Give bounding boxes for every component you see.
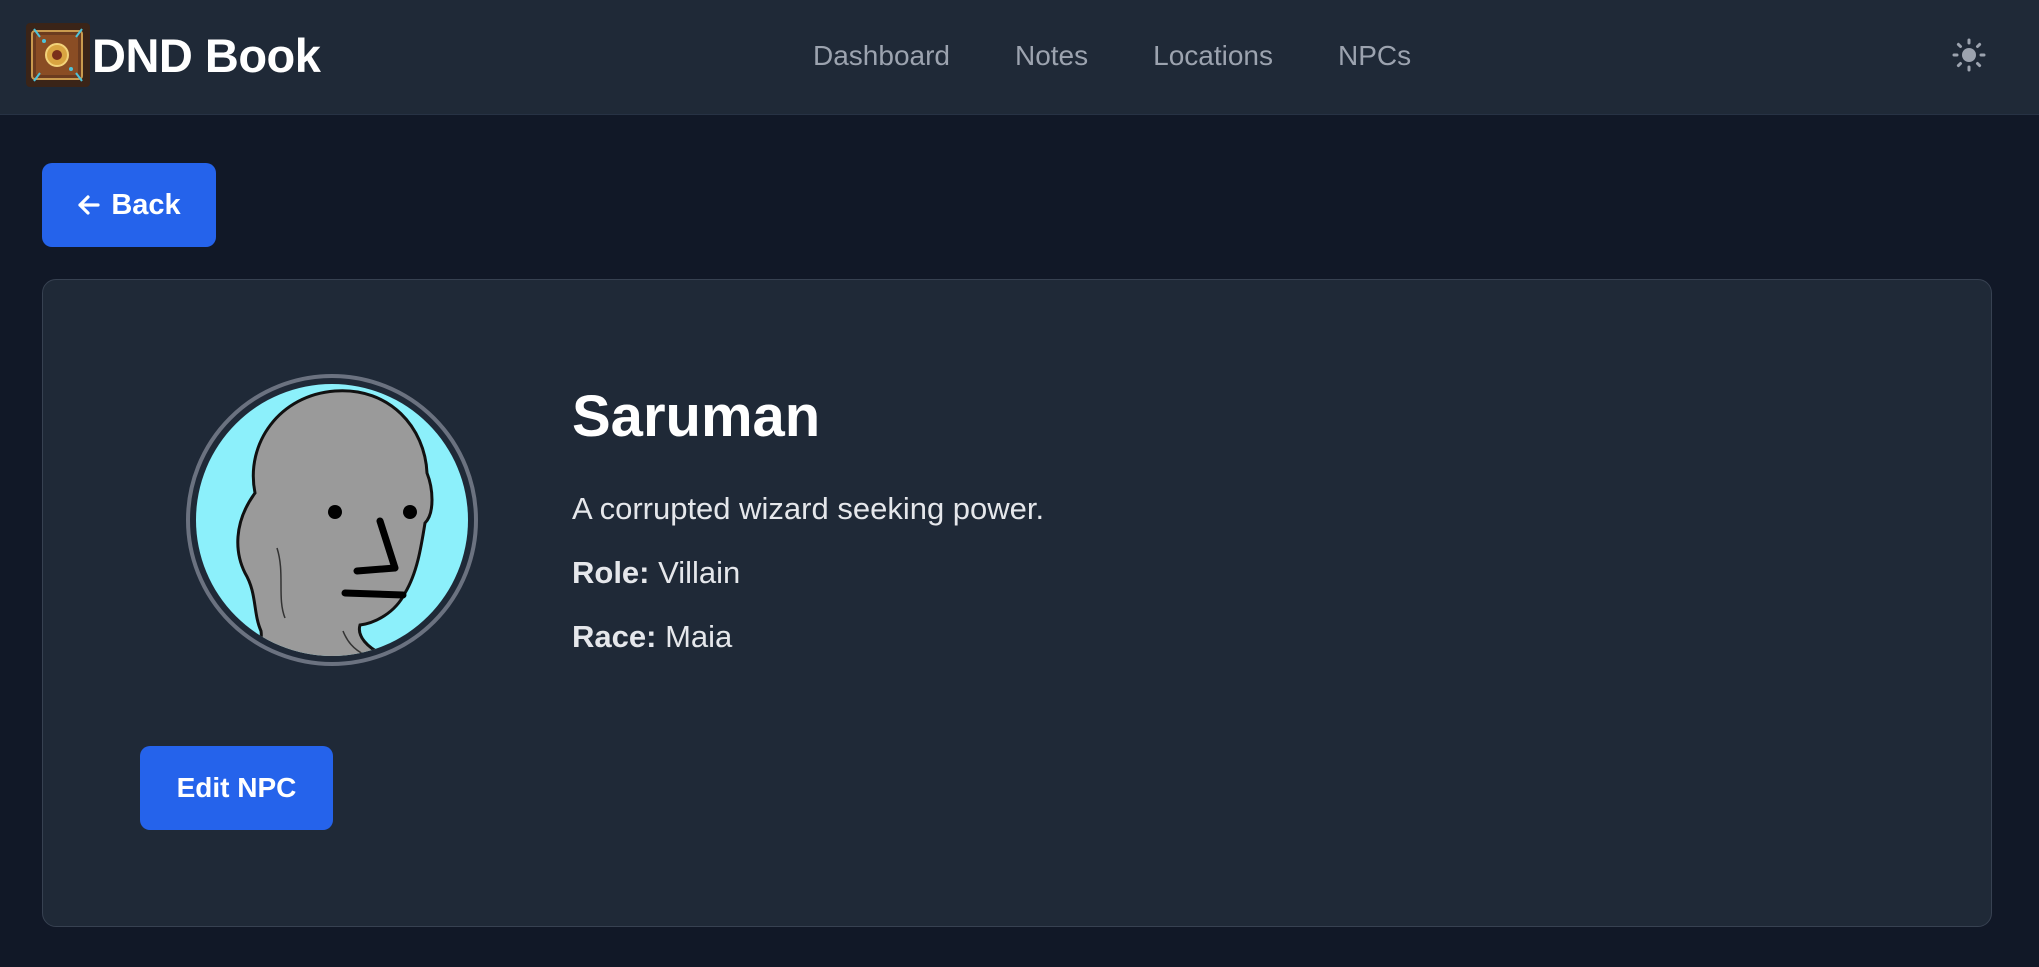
nav-link-npcs[interactable]: NPCs [1338, 40, 1411, 72]
back-button[interactable]: Back [42, 163, 216, 247]
brand-title: DND Book [92, 28, 321, 82]
npc-role-label: Role: [572, 555, 650, 590]
npc-race-label: Race: [572, 619, 657, 654]
top-navbar: DND Book Dashboard Notes Locations NPCs [0, 0, 2039, 115]
nav-link-locations[interactable]: Locations [1153, 40, 1273, 72]
npc-race: Race: Maia [572, 619, 732, 655]
back-button-label: Back [111, 188, 181, 221]
arrow-left-icon [77, 194, 101, 216]
main-nav: Dashboard Notes Locations NPCs [813, 0, 1476, 112]
nav-link-notes[interactable]: Notes [1015, 40, 1088, 72]
npc-detail-card: Saruman A corrupted wizard seeking power… [42, 279, 1992, 927]
brand[interactable]: DND Book [26, 23, 321, 87]
spellbook-logo-icon [26, 23, 90, 87]
npc-description: A corrupted wizard seeking power. [572, 491, 1045, 526]
npc-role-value: Villain [658, 555, 741, 590]
npc-name: Saruman [572, 384, 821, 449]
npc-race-value: Maia [665, 619, 733, 654]
nav-link-dashboard[interactable]: Dashboard [813, 40, 950, 72]
theme-toggle-sun-icon[interactable] [1952, 38, 1986, 72]
npc-avatar [185, 373, 479, 667]
npc-role: Role: Villain [572, 555, 740, 591]
edit-npc-button[interactable]: Edit NPC [140, 746, 333, 830]
